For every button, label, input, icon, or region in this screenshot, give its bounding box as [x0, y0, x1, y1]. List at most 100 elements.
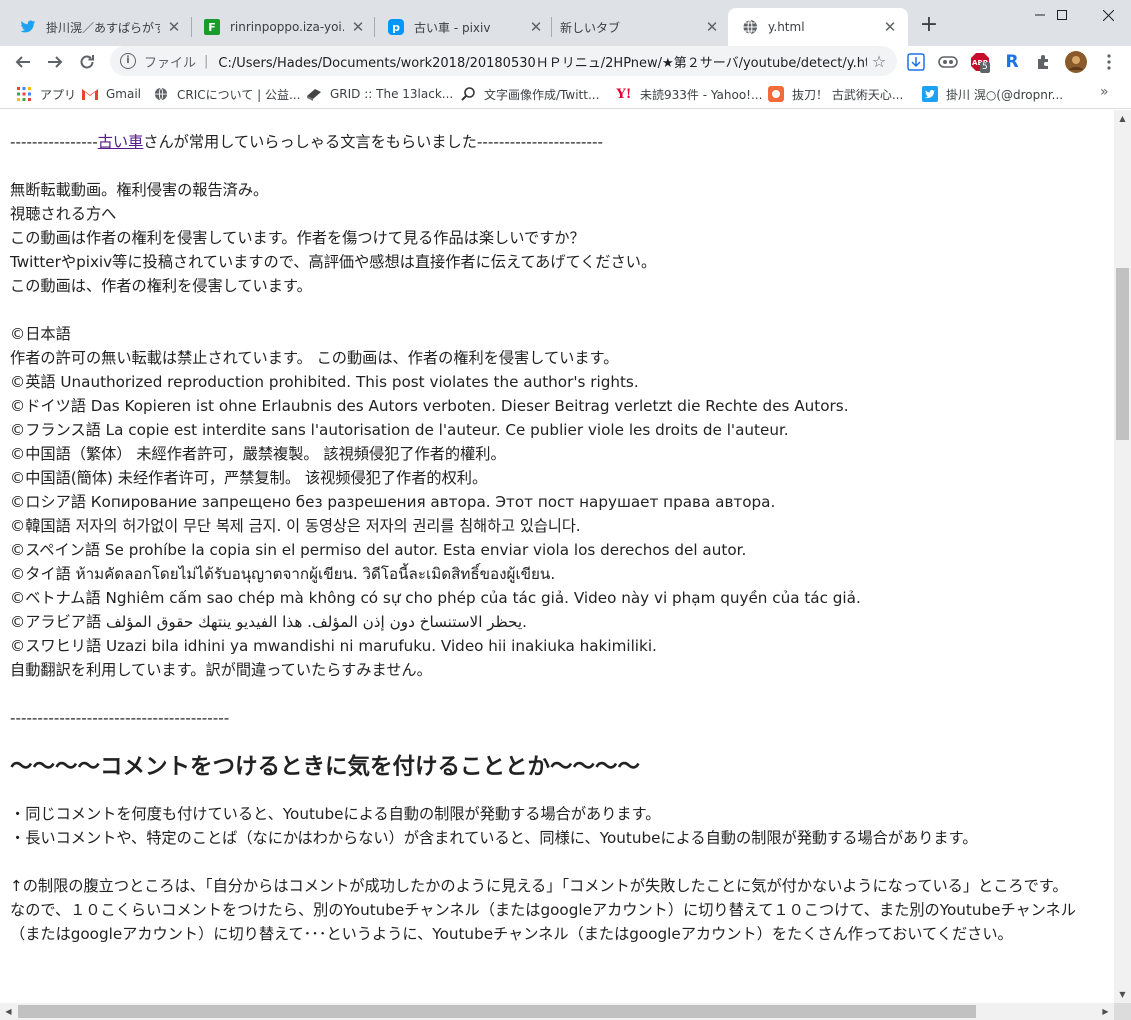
chrome-menu-icon[interactable] — [1099, 52, 1119, 72]
translation-line: ©ロシア語 Копирование запрещено без разрешен… — [10, 493, 776, 511]
vertical-scrollbar[interactable]: ▲ ▼ — [1114, 110, 1131, 1003]
translation-line: ©韓国語 저자의 허가없이 무단 복제 금지. 이 동영상은 저자의 권리를 침… — [10, 517, 581, 535]
tab-close-icon[interactable]: ✕ — [166, 19, 182, 35]
bookmarks-more-button[interactable]: » — [1100, 84, 1109, 100]
credit-suffix: さんが常用していらっしゃる文言をもらいました------------------… — [143, 133, 603, 151]
tab-strip: 掛川滉／あすぱらがす@ ✕ F rinrinpoppo.iza-yoi.ne ✕… — [0, 0, 1131, 46]
scroll-right-arrow-icon[interactable]: ▶ — [1097, 1003, 1114, 1020]
bookmark-star-icon[interactable]: ☆ — [867, 52, 891, 71]
extensions-puzzle-icon[interactable] — [1034, 52, 1054, 72]
r-extension-icon[interactable]: R — [1002, 52, 1022, 72]
notice-line: 無断転載動画。権利侵害の報告済み。 — [10, 181, 269, 199]
grid-site-icon — [306, 86, 322, 102]
twitter-icon — [922, 86, 938, 102]
tab-title: 新しいタブ — [560, 20, 621, 35]
tab-rinrinpoppo[interactable]: F rinrinpoppo.iza-yoi.ne ✕ — [190, 8, 376, 46]
author-link[interactable]: 古い車 — [98, 133, 144, 151]
url-scheme-label: ファイル — [144, 55, 197, 71]
bookmark-label: CRICについて | 公益... — [177, 87, 301, 102]
scroll-left-arrow-icon[interactable]: ◀ — [0, 1003, 17, 1020]
bookmark-text-image[interactable]: 文字画像作成/Twitt... — [460, 85, 599, 103]
bookmark-yahoo[interactable]: Y! 未読933件 - Yahoo!... — [616, 85, 763, 103]
tip-bullet: ・同じコメントを何度も付けていると、Youtubeによる自動の制限が発動する場合… — [10, 805, 661, 823]
tab-new-tab[interactable]: 新しいタブ ✕ — [548, 8, 730, 46]
bookmark-label: 掛川 滉○(@dropnr... — [946, 87, 1064, 102]
vr-extension-icon[interactable] — [938, 52, 958, 72]
browser-toolbar: i ファイル | C:/Users/Hades/Documents/work20… — [0, 46, 1131, 79]
translation-line: ©中国語（繁体） 未經作者許可，嚴禁複製。 該視頻侵犯了作者的權利。 — [10, 445, 506, 463]
forward-button[interactable] — [42, 49, 68, 75]
translation-line: 作者の許可の無い転載は禁止されています。 この動画は、作者の権利を侵害しています… — [10, 349, 619, 367]
bookmark-cric[interactable]: CRICについて | 公益... — [153, 85, 300, 103]
restriction-paragraph: ↑の制限の腹立つところは、「自分からはコメントが成功したかのように見える」「コメ… — [10, 877, 1068, 895]
tab-y-html[interactable]: y.html ✕ — [728, 8, 908, 46]
credit-line: ----------------古い車さんが常用していらっしゃる文言をもらいまし… — [10, 130, 1104, 154]
translations-block: ©日本語 作者の許可の無い転載は禁止されています。 この動画は、作者の権利を侵害… — [10, 322, 1104, 682]
address-bar[interactable]: i ファイル | C:/Users/Hades/Documents/work20… — [110, 46, 897, 76]
f-site-icon: F — [204, 19, 220, 35]
tab-close-icon[interactable]: ✕ — [704, 19, 720, 35]
scroll-up-arrow-icon[interactable]: ▲ — [1114, 110, 1131, 127]
page-viewport: ----------------古い車さんが常用していらっしゃる文言をもらいまし… — [0, 110, 1114, 1003]
notice-line: 視聴される方へ — [10, 205, 117, 223]
url-text[interactable]: C:/Users/Hades/Documents/work2018/201805… — [218, 52, 867, 71]
new-tab-button[interactable]: + — [917, 14, 941, 38]
close-icon — [1102, 9, 1114, 21]
bookmark-label: GRID :: The 13lack... — [330, 87, 454, 101]
apps-grid-icon — [16, 86, 32, 102]
bookmark-label: 文字画像作成/Twitt... — [484, 87, 600, 102]
horizontal-scroll-thumb[interactable] — [18, 1005, 976, 1018]
bookmark-twitter[interactable]: 掛川 滉○(@dropnr... — [922, 85, 1063, 103]
reload-icon — [80, 55, 94, 69]
download-extension-icon[interactable] — [906, 52, 926, 72]
divider-line: ---------------------------------------- — [10, 709, 230, 727]
bookmark-apps[interactable]: アプリ — [16, 85, 76, 103]
horizontal-scrollbar[interactable]: ◀ ▶ — [0, 1003, 1114, 1020]
forward-arrow-icon — [48, 56, 63, 68]
adblock-plus-icon[interactable]: ABP 5 — [970, 52, 990, 73]
notice-line: この動画は、作者の権利を侵害しています。 — [10, 277, 312, 295]
yahoo-icon: Y! — [616, 86, 632, 102]
maximize-button[interactable] — [1039, 0, 1085, 30]
bookmark-label: Gmail — [106, 87, 142, 101]
twitter-icon — [20, 19, 36, 35]
pixiv-icon: p — [388, 19, 404, 35]
search-icon — [460, 86, 476, 102]
tab-close-icon[interactable]: ✕ — [350, 19, 366, 35]
scrollbar-corner — [1114, 1003, 1131, 1020]
tab-title: y.html — [768, 20, 805, 34]
tab-twitter[interactable]: 掛川滉／あすぱらがす@ ✕ — [6, 8, 192, 46]
translation-line: ©フランス語 La copie est interdite sans l'aut… — [10, 421, 789, 439]
reload-button[interactable] — [74, 49, 100, 75]
page-content: ----------------古い車さんが常用していらっしゃる文言をもらいまし… — [0, 110, 1114, 946]
dash-prefix: ---------------- — [10, 133, 98, 151]
bookmarks-bar: アプリ Gmail CRICについて | 公益... GRID :: The 1… — [0, 79, 1131, 109]
bookmark-gmail[interactable]: Gmail — [82, 85, 141, 103]
tip-bullet: ・長いコメントや、特定のことば（なにかはわからない）が含まれていると、同様に、Y… — [10, 829, 978, 847]
back-button[interactable] — [10, 49, 36, 75]
tab-pixiv[interactable]: p 古い車 - pixiv ✕ — [374, 8, 554, 46]
tab-title: 古い車 - pixiv — [414, 20, 491, 35]
globe-icon — [153, 86, 169, 102]
notice-line: Twitterやpixiv等に投稿されていますので、高評価や感想は直接作者に伝え… — [10, 253, 657, 271]
translation-line: 自動翻訳を利用しています。訳が間違っていたらすみません。 — [10, 661, 432, 679]
translation-line: ©アラビア語 يحظر الاستنساخ دون إذن المؤلف. هذ… — [10, 613, 527, 631]
bookmark-label: アプリ — [40, 87, 77, 102]
bookmark-grid[interactable]: GRID :: The 13lack... — [306, 85, 453, 103]
info-icon[interactable]: i — [120, 53, 136, 69]
comment-tips-heading: ～～～～コメントをつけるときに気を付けることとか～～～～ — [10, 754, 641, 780]
notice-line: この動画は作者の権利を侵害しています。作者を傷つけて見る作品は楽しいですか？ — [10, 229, 585, 247]
scroll-down-arrow-icon[interactable]: ▼ — [1114, 986, 1131, 1003]
bookmark-label: 抜刀！ 古武術天心... — [792, 87, 904, 102]
vertical-scroll-thumb[interactable] — [1116, 268, 1129, 440]
tab-close-icon[interactable]: ✕ — [528, 19, 544, 35]
translation-line: ©スペイン語 Se prohíbe la copia sin el permis… — [10, 541, 747, 559]
url-divider: | — [204, 53, 209, 69]
bookmark-battou[interactable]: 抜刀！ 古武術天心... — [768, 85, 903, 103]
close-window-button[interactable] — [1085, 0, 1131, 30]
translation-line: ©ベトナム語 Nghiêm cấm sao chép mà không có s… — [10, 589, 861, 607]
profile-avatar[interactable] — [1064, 50, 1088, 74]
globe-icon — [742, 19, 758, 35]
tab-close-icon[interactable]: ✕ — [882, 19, 898, 35]
